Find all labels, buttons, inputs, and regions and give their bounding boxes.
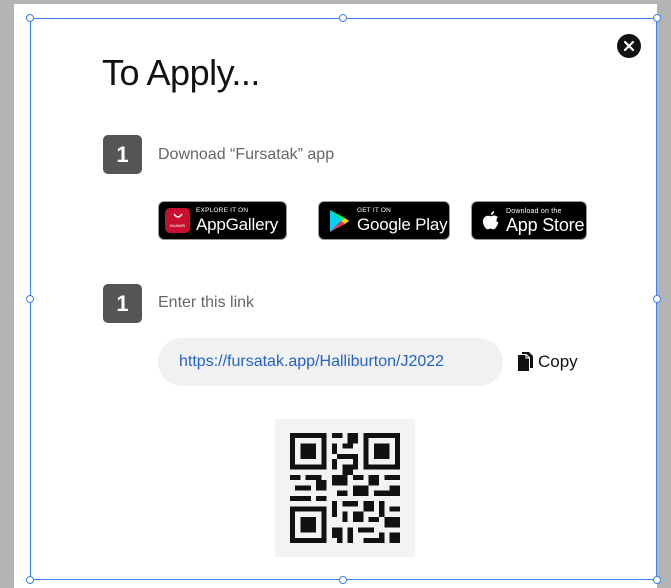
appgallery-big-label: AppGallery — [196, 214, 279, 234]
resize-handle-bottom-right[interactable] — [653, 576, 661, 584]
page-title: To Apply... — [102, 52, 260, 93]
copy-icon — [518, 352, 533, 371]
step-2-badge: 1 — [103, 284, 142, 323]
step-2-label: Enter this link — [158, 294, 255, 311]
google-play-big-label: Google Play — [357, 214, 448, 234]
apple-icon — [482, 211, 499, 230]
close-button[interactable] — [617, 34, 641, 58]
resize-handle-left[interactable] — [26, 295, 34, 303]
resize-handle-right[interactable] — [653, 295, 661, 303]
step-1-badge: 1 — [103, 135, 142, 174]
qr-code-panel — [275, 419, 415, 557]
resize-handle-top-right[interactable] — [653, 14, 661, 22]
copy-button[interactable]: Copy — [517, 351, 578, 373]
apply-link-field[interactable]: https://fursatak.app/Halliburton/J2022 — [158, 338, 503, 386]
google-play-small-label: GET IT ON — [357, 207, 392, 215]
close-icon — [623, 40, 635, 52]
huawei-appgallery-icon: HUAWEI — [165, 208, 190, 233]
app-store-button[interactable]: Download on the App Store — [471, 201, 587, 240]
apply-link-text: https://fursatak.app/Halliburton/J2022 — [179, 353, 445, 370]
resize-handle-bottom-left[interactable] — [26, 576, 34, 584]
step-1-label: Downoad “Fursatak” app — [158, 146, 335, 163]
appgallery-button[interactable]: HUAWEI EXPLORE IT ON AppGallery — [158, 201, 287, 240]
resize-handle-top-left[interactable] — [26, 14, 34, 22]
resize-handle-bottom[interactable] — [339, 576, 347, 584]
copy-label: Copy — [538, 352, 578, 371]
app-store-big-label: App Store — [506, 214, 585, 235]
google-play-icon — [330, 209, 349, 232]
qr-code-icon — [290, 433, 400, 543]
google-play-button[interactable]: GET IT ON Google Play — [318, 201, 450, 240]
resize-handle-top[interactable] — [339, 14, 347, 22]
app-store-small-label: Download on the — [506, 207, 562, 215]
appgallery-small-label: EXPLORE IT ON — [196, 207, 249, 215]
huawei-brand-label: HUAWEI — [169, 223, 186, 228]
